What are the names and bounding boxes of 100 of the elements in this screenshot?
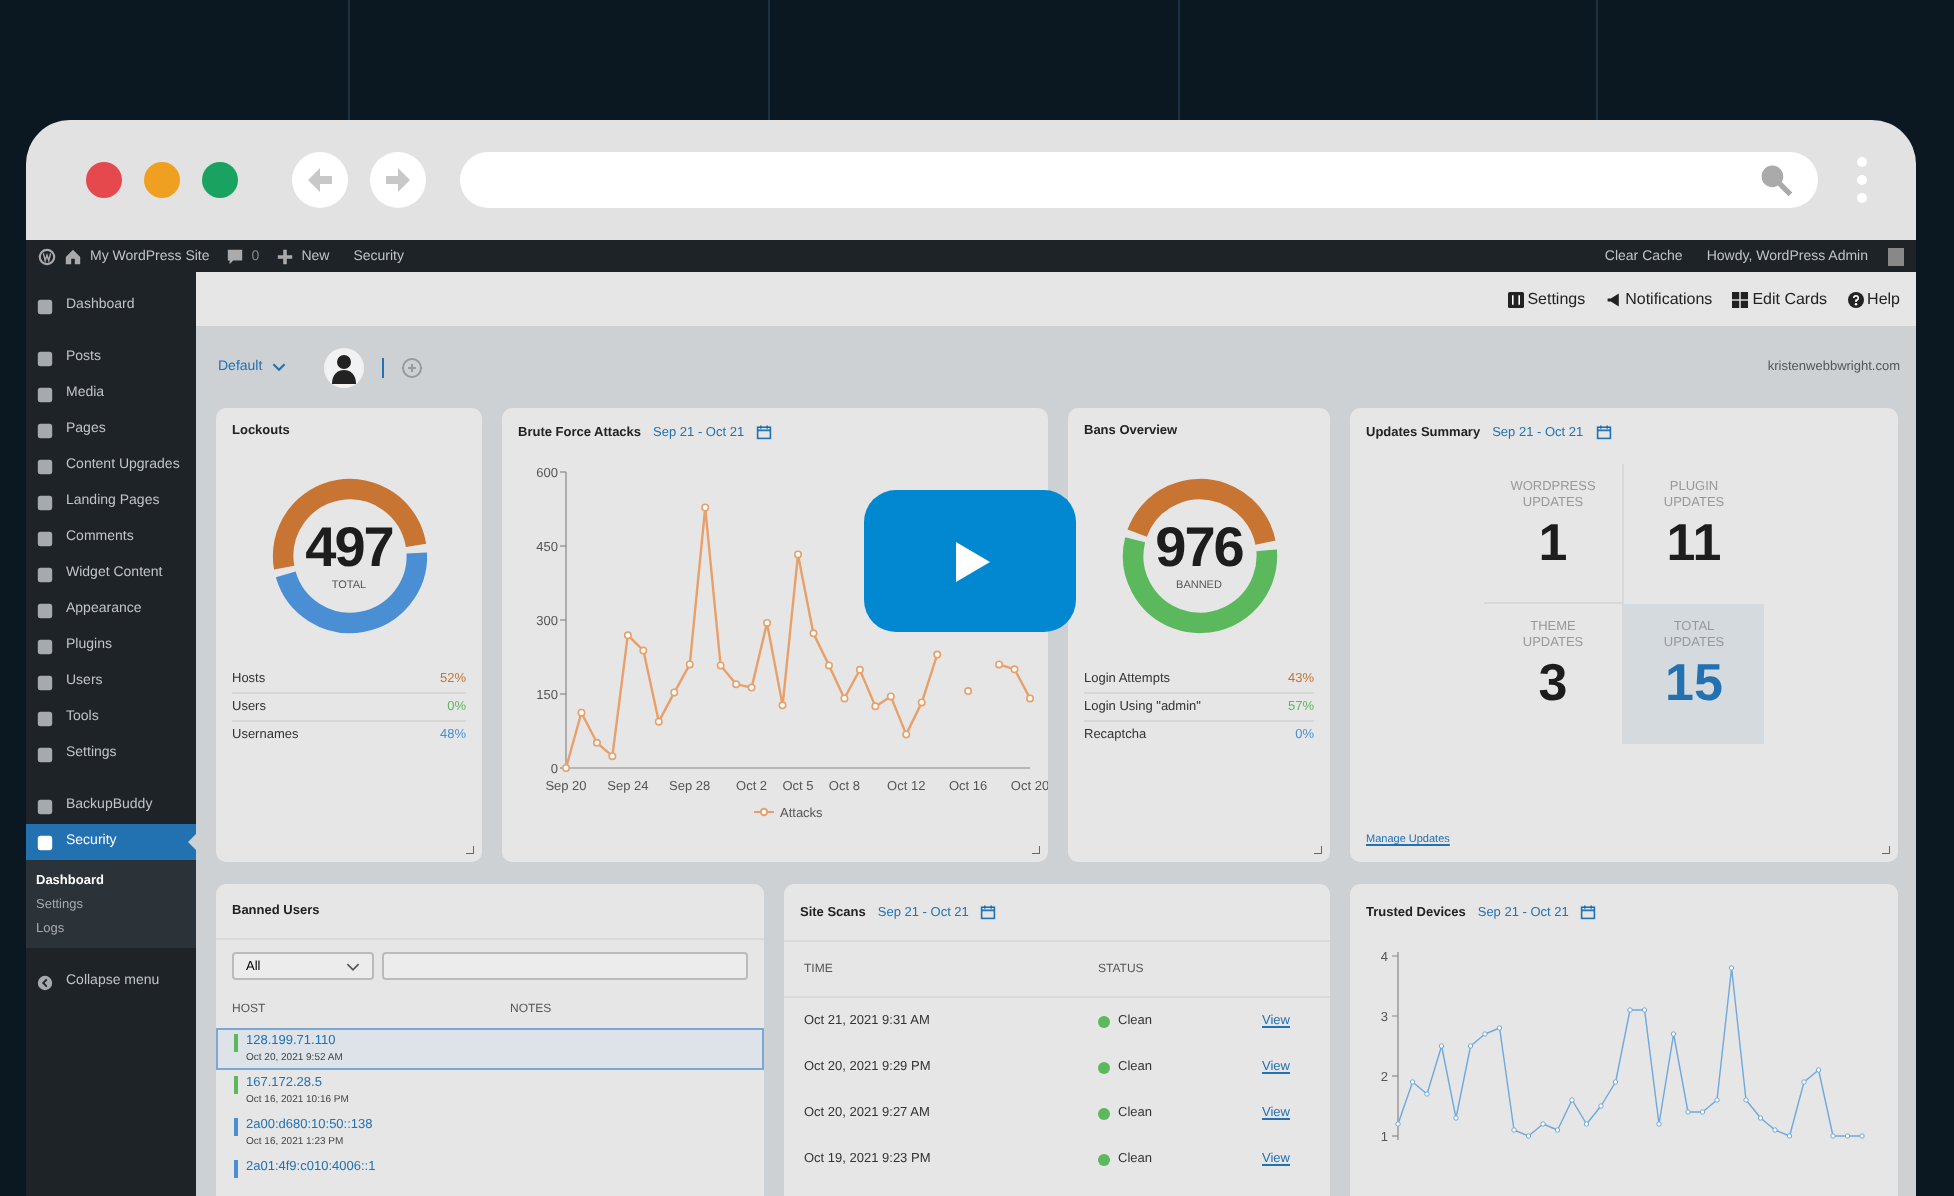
tile-count: 15 (1665, 653, 1723, 714)
data-point (1482, 1031, 1488, 1037)
data-point (747, 683, 756, 692)
chevron-down-icon (272, 362, 287, 372)
header-action-button[interactable]: Notifications (1605, 290, 1713, 308)
data-point (778, 701, 787, 710)
search-icon[interactable] (1758, 162, 1794, 198)
data-point (1453, 1115, 1459, 1121)
data-point (1757, 1115, 1764, 1121)
data-point (1685, 1109, 1691, 1115)
data-point (1699, 1109, 1706, 1115)
data-point (1511, 1127, 1517, 1133)
data-point (1598, 1103, 1604, 1109)
data-point (1496, 1025, 1503, 1031)
data-point (1583, 1121, 1590, 1127)
data-point (1714, 1097, 1720, 1103)
data-point (716, 661, 725, 670)
menu-icon (36, 297, 54, 315)
data-point (1424, 1091, 1430, 1097)
data-point (577, 708, 586, 717)
data-point (1010, 665, 1019, 674)
total-count: 976 (1155, 520, 1243, 576)
data-point (639, 646, 648, 655)
data-point (1627, 1007, 1633, 1013)
play-button[interactable] (864, 490, 1076, 632)
data-point (592, 738, 601, 747)
data-point (1656, 1121, 1662, 1127)
comment-icon (225, 247, 244, 265)
data-point (1670, 1031, 1677, 1037)
minimize-dot-icon[interactable] (144, 162, 180, 198)
megaphone-icon (1605, 291, 1622, 307)
data-point (1830, 1133, 1836, 1139)
close-dot-icon[interactable] (86, 162, 122, 198)
maximize-dot-icon[interactable] (202, 162, 238, 198)
data-point (902, 730, 911, 739)
user-avatar-icon[interactable] (324, 347, 365, 387)
data-point (1728, 965, 1735, 971)
data-point (1395, 1121, 1401, 1127)
data-point (917, 698, 926, 707)
data-point (1801, 1079, 1807, 1085)
data-point (1026, 694, 1034, 703)
home-icon (64, 247, 82, 265)
data-point (1438, 1043, 1445, 1049)
data-point (732, 680, 741, 689)
data-point (1612, 1079, 1619, 1085)
data-point (608, 752, 617, 761)
grid-icon (1732, 291, 1749, 307)
data-point (1641, 1007, 1648, 1013)
data-point (1815, 1067, 1822, 1073)
resize-handle-icon[interactable] (1032, 846, 1040, 854)
circle-logo-icon[interactable] (38, 247, 56, 265)
circle-arrow-icon (36, 973, 54, 991)
data-point (824, 661, 833, 670)
data-point (809, 629, 818, 638)
data-point (886, 692, 895, 701)
data-point (1743, 1097, 1749, 1103)
data-point (933, 650, 942, 659)
header-action-button[interactable]: Edit Cards (1732, 290, 1828, 308)
data-point (794, 550, 802, 559)
data-point (964, 687, 973, 696)
data-point (1554, 1127, 1561, 1133)
data-point (701, 503, 710, 512)
avatar-icon[interactable] (1888, 247, 1904, 265)
sliders-icon (1507, 291, 1524, 307)
header-action-button[interactable]: Settings (1507, 290, 1586, 308)
data-point (1467, 1043, 1474, 1049)
help-icon (1847, 291, 1864, 307)
tile-count: 3 (1538, 653, 1568, 714)
plus-icon (275, 247, 294, 265)
total-count: 497 (305, 520, 393, 576)
data-point (623, 631, 632, 640)
data-point (1540, 1121, 1546, 1127)
data-point (1772, 1127, 1778, 1133)
search-field[interactable] (382, 952, 748, 980)
resize-handle-icon[interactable] (1314, 846, 1322, 854)
resize-handle-icon[interactable] (1882, 846, 1890, 854)
calendar-icon[interactable] (980, 904, 997, 920)
data-point (871, 702, 880, 711)
resize-handle-icon[interactable] (466, 846, 474, 854)
tile-count: 1 (1538, 513, 1568, 574)
calendar-icon[interactable] (1580, 904, 1597, 920)
data-point (1525, 1133, 1532, 1139)
calendar-icon[interactable] (1595, 424, 1612, 440)
calendar-icon[interactable] (756, 424, 773, 440)
data-point (855, 665, 864, 674)
data-point (1786, 1133, 1793, 1139)
data-point (840, 694, 849, 703)
data-point (1569, 1097, 1575, 1103)
data-point (562, 764, 570, 772)
data-point (1409, 1079, 1416, 1085)
data-point (670, 688, 679, 697)
data-point (1859, 1133, 1865, 1139)
tile-count: 11 (1666, 513, 1722, 574)
header-action-button[interactable]: Help (1847, 290, 1900, 308)
data-point (995, 660, 1004, 669)
data-point (685, 660, 694, 669)
data-point (763, 618, 772, 627)
data-point (1844, 1133, 1851, 1139)
data-point (654, 717, 663, 726)
chevron-down-icon (346, 961, 360, 971)
